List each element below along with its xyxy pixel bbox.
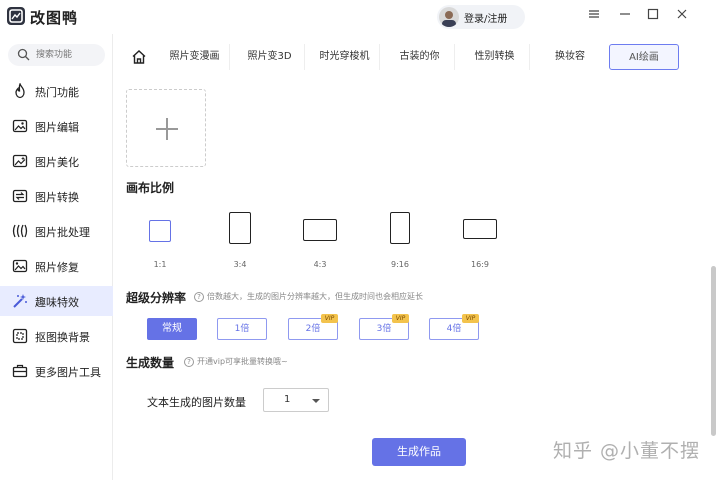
resolution-hint: ? 倍数越大，生成的图片分辨率越大，但生成时间也会相应延长 <box>194 291 423 302</box>
count-hint: ? 开通vip可享批量转换哦~ <box>184 356 288 367</box>
tab-time-machine[interactable]: 时光穿梭机 <box>310 44 380 70</box>
tab-gender-swap[interactable]: 性别转换 <box>460 44 530 70</box>
count-select[interactable]: 1 <box>263 388 329 412</box>
image-convert-icon <box>12 188 28 204</box>
sidebar-item-image-convert[interactable]: 图片转换 <box>0 181 113 211</box>
minimize-icon[interactable] <box>617 8 633 24</box>
cutout-icon <box>12 328 28 344</box>
sidebar-item-label: 图片编辑 <box>35 121 79 134</box>
search-icon <box>17 48 30 64</box>
ratio-label: 1:1 <box>153 260 167 269</box>
sidebar-item-label: 图片转换 <box>35 191 79 204</box>
ratio-option-1-1[interactable]: 1:1 <box>130 212 190 272</box>
count-title: 生成数量 <box>126 356 175 370</box>
tab-photo-to-comic[interactable]: 照片变漫画 <box>160 44 230 70</box>
sidebar-item-photo-repair[interactable]: 照片修复 <box>0 251 113 281</box>
search-input[interactable] <box>36 48 100 62</box>
watermark: 知乎 @小董不摆 <box>553 440 701 462</box>
magic-wand-icon <box>12 293 28 309</box>
sidebar-item-hot[interactable]: 热门功能 <box>0 76 113 106</box>
search-box[interactable] <box>8 44 105 66</box>
ratio-option-4-3[interactable]: 4:3 <box>290 212 350 272</box>
tab-makeup[interactable]: 换妆容 <box>535 44 605 70</box>
count-label: 文本生成的图片数量 <box>147 396 246 409</box>
resolution-option-4x[interactable]: 4倍 VIP <box>429 314 479 340</box>
sidebar-item-batch[interactable]: 图片批处理 <box>0 216 113 246</box>
ratio-shape <box>229 212 251 244</box>
sidebar-item-more-tools[interactable]: 更多图片工具 <box>0 356 113 386</box>
resolution-option-3x[interactable]: 3倍 VIP <box>359 314 409 340</box>
tab-ai-painting[interactable]: AI绘画 <box>609 44 679 70</box>
home-icon[interactable] <box>131 49 147 68</box>
generate-button[interactable]: 生成作品 <box>372 438 466 466</box>
scrollbar-thumb[interactable] <box>711 266 716 436</box>
image-edit-icon <box>12 118 28 134</box>
question-icon: ? <box>184 356 194 367</box>
batch-icon <box>12 223 28 239</box>
ratio-label: 4:3 <box>313 260 327 269</box>
resolution-option-1x[interactable]: 1倍 <box>217 318 267 340</box>
login-label: 登录/注册 <box>464 14 508 25</box>
sidebar-item-label: 抠图换背景 <box>35 331 90 344</box>
ratio-label: 9:16 <box>391 260 409 269</box>
vip-badge: VIP <box>392 314 409 323</box>
toolbox-icon <box>12 363 28 379</box>
tab-ancient-costume[interactable]: 古装的你 <box>385 44 455 70</box>
ratio-label: 16:9 <box>471 260 489 269</box>
ratio-option-16-9[interactable]: 16:9 <box>450 212 510 272</box>
scrollbar[interactable] <box>710 76 718 480</box>
chevron-down-icon <box>312 399 320 403</box>
login-button[interactable]: 登录/注册 <box>437 5 525 29</box>
ratio-shape <box>463 219 497 239</box>
flame-icon <box>12 82 28 99</box>
vip-badge: VIP <box>321 314 338 323</box>
main-panel: 画布比例 1:1 3:4 4:3 9:16 16:9 超级分辨率 ? 倍数越大，生… <box>113 76 713 480</box>
ratio-shape <box>149 220 171 242</box>
count-value: 1 <box>284 394 291 405</box>
close-icon[interactable] <box>674 8 690 24</box>
sidebar-item-label: 图片美化 <box>35 156 79 169</box>
app-title: 改图鸭 <box>30 9 79 27</box>
avatar <box>439 7 459 27</box>
maximize-icon[interactable] <box>645 8 661 24</box>
resolution-title: 超级分辨率 <box>126 291 187 305</box>
resolution-option-2x[interactable]: 2倍 VIP <box>288 314 338 340</box>
ratio-option-9-16[interactable]: 9:16 <box>370 212 430 272</box>
sidebar-item-image-beautify[interactable]: 图片美化 <box>0 146 113 176</box>
sidebar-item-label: 图片批处理 <box>35 226 90 239</box>
app-logo-icon <box>7 7 25 25</box>
photo-repair-icon <box>12 258 28 274</box>
sidebar-item-label: 热门功能 <box>35 86 79 99</box>
tab-photo-to-3d[interactable]: 照片变3D <box>235 44 305 70</box>
title-bar: 改图鸭 登录/注册 <box>0 0 720 34</box>
ratio-label: 3:4 <box>233 260 247 269</box>
sidebar-item-label: 趣味特效 <box>35 296 79 309</box>
ratio-shape <box>390 212 410 244</box>
sidebar-item-label: 照片修复 <box>35 261 79 274</box>
upload-area[interactable] <box>126 89 206 167</box>
ratio-option-3-4[interactable]: 3:4 <box>210 212 270 272</box>
question-icon: ? <box>194 291 204 302</box>
menu-icon[interactable] <box>586 8 602 24</box>
resolution-option-normal[interactable]: 常规 <box>147 318 197 340</box>
vip-badge: VIP <box>462 314 479 323</box>
feature-tab-bar: 照片变漫画 照片变3D 时光穿梭机 古装的你 性别转换 换妆容 AI绘画 <box>120 40 720 76</box>
ratio-shape <box>303 219 337 241</box>
sidebar-item-cutout[interactable]: 抠图换背景 <box>0 321 113 351</box>
image-beautify-icon <box>12 153 28 169</box>
canvas-ratio-title: 画布比例 <box>126 181 175 195</box>
sidebar-item-fun-effects[interactable]: 趣味特效 <box>0 286 113 316</box>
sidebar-item-image-edit[interactable]: 图片编辑 <box>0 111 113 141</box>
sidebar-item-label: 更多图片工具 <box>35 366 101 379</box>
sidebar: 热门功能 图片编辑 图片美化 图片转换 图片批处理 照片修复 趣味特效 抠图换背… <box>0 34 113 480</box>
